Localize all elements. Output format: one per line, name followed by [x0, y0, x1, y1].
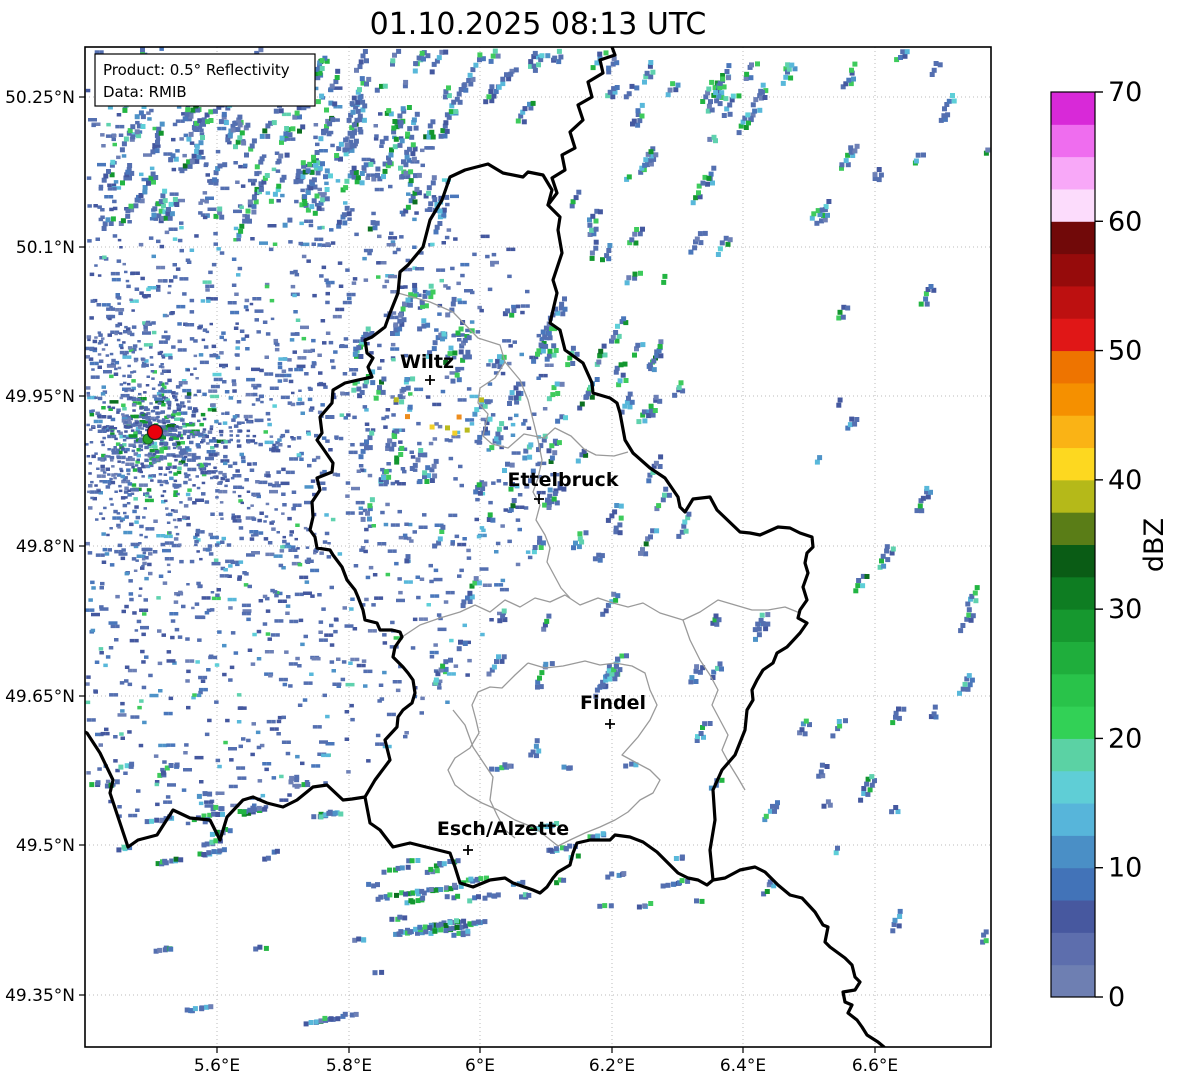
city-plus-marker [425, 375, 435, 385]
colorbar-segment [1051, 479, 1095, 513]
city-name: Ettelbruck [508, 469, 619, 491]
colorbar: 0 10 20 30 40 50 60 70 [1050, 77, 1142, 1013]
radar-echo-layer [85, 47, 991, 1027]
colorbar-segment [1051, 576, 1095, 610]
colorbar-tick-label: 70 [1108, 77, 1142, 108]
colorbar-segment [1051, 706, 1095, 739]
colorbar-units-label: dBZ [1139, 518, 1170, 572]
neighbor-border-line [546, 47, 617, 207]
y-tick-label: 49.5°N [16, 836, 75, 856]
x-tick-label: 6°E [465, 1056, 495, 1076]
colorbar-segment [1051, 221, 1095, 255]
luxembourg-border [308, 162, 815, 895]
colorbar-segment [1051, 544, 1095, 578]
district-border-line [682, 619, 746, 791]
colorbar-segment [1051, 867, 1095, 901]
colorbar-segment [1051, 900, 1095, 933]
y-tick-label: 50.1°N [16, 238, 75, 258]
y-tick-label: 50.25°N [5, 88, 75, 108]
colorbar-segment [1051, 382, 1095, 416]
city-plus-marker [463, 845, 473, 855]
x-tick-label: 5.8°E [326, 1056, 372, 1076]
colorbar-tick-label: 40 [1108, 465, 1142, 496]
colorbar-segment [1051, 350, 1095, 384]
product-label: Product: 0.5° Reflectivity [103, 61, 290, 79]
colorbar-segment [1051, 124, 1095, 158]
x-axis: 5.6°E 5.8°E 6°E 6.2°E 6.4°E 6.6°E [194, 1047, 898, 1076]
colorbar-segment [1051, 318, 1095, 352]
colorbar-segment [1051, 156, 1095, 190]
colorbar-segment [1051, 932, 1095, 966]
city-name: Wiltz [400, 351, 454, 373]
y-axis: 50.25°N 50.1°N 49.95°N 49.8°N 49.65°N 49.5°N 4… [5, 88, 85, 1006]
map-title: 01.10.2025 08:13 UTC [370, 7, 707, 42]
city-name: Esch/Alzette [437, 818, 569, 840]
x-tick-label: 6.6°E [852, 1056, 898, 1076]
colorbar-tick-label: 50 [1108, 336, 1142, 367]
colorbar-segment [1051, 447, 1095, 481]
y-tick-label: 49.65°N [5, 687, 75, 707]
colorbar-segment [1051, 641, 1095, 675]
plot-frame [84, 46, 992, 1048]
data-source-label: Data: RMIB [103, 83, 187, 101]
colorbar-tick-label: 30 [1108, 594, 1142, 625]
y-tick-label: 49.95°N [5, 387, 75, 407]
colorbar-segment [1051, 609, 1095, 642]
colorbar-tick-label: 20 [1108, 723, 1142, 754]
colorbar-segment [1051, 285, 1095, 319]
radar-map-canvas: 01.10.2025 08:13 UTC Wiltz Ettelbruck Find… [5, 7, 1170, 1076]
radar-viewer: 01.10.2025 08:13 UTC Wiltz Ettelbruck Find… [0, 0, 1184, 1081]
neighbor-border-line [711, 865, 886, 1047]
colorbar-segment [1051, 673, 1095, 707]
city-label-findel: Findel [580, 692, 646, 729]
colorbar-segment [1051, 253, 1095, 287]
city-plus-marker [605, 719, 615, 729]
colorbar-segment [1051, 188, 1095, 222]
city-label-ettelbruck: Ettelbruck [508, 469, 619, 504]
colorbar-segment [1051, 770, 1095, 804]
colorbar-segment [1051, 92, 1095, 125]
x-tick-label: 6.2°E [589, 1056, 635, 1076]
colorbar-segment [1051, 512, 1095, 545]
colorbar-tick-label: 60 [1108, 206, 1142, 237]
product-info-box: Product: 0.5° Reflectivity Data: RMIB [94, 53, 316, 107]
y-tick-label: 49.35°N [5, 986, 75, 1006]
x-tick-label: 5.6°E [194, 1056, 240, 1076]
colorbar-tick-label: 0 [1108, 982, 1125, 1013]
colorbar-tick-label: 10 [1108, 853, 1142, 884]
radar-location-dot [146, 423, 164, 441]
colorbar-segment [1051, 835, 1095, 869]
colorbar-segment [1051, 964, 1095, 998]
y-tick-label: 49.8°N [16, 537, 75, 557]
colorbar-segment [1051, 803, 1095, 836]
x-tick-label: 6.4°E [720, 1056, 766, 1076]
colorbar-segment [1051, 415, 1095, 449]
city-name: Findel [580, 692, 646, 714]
colorbar-segment [1051, 738, 1095, 772]
grid-lines [85, 47, 991, 1047]
